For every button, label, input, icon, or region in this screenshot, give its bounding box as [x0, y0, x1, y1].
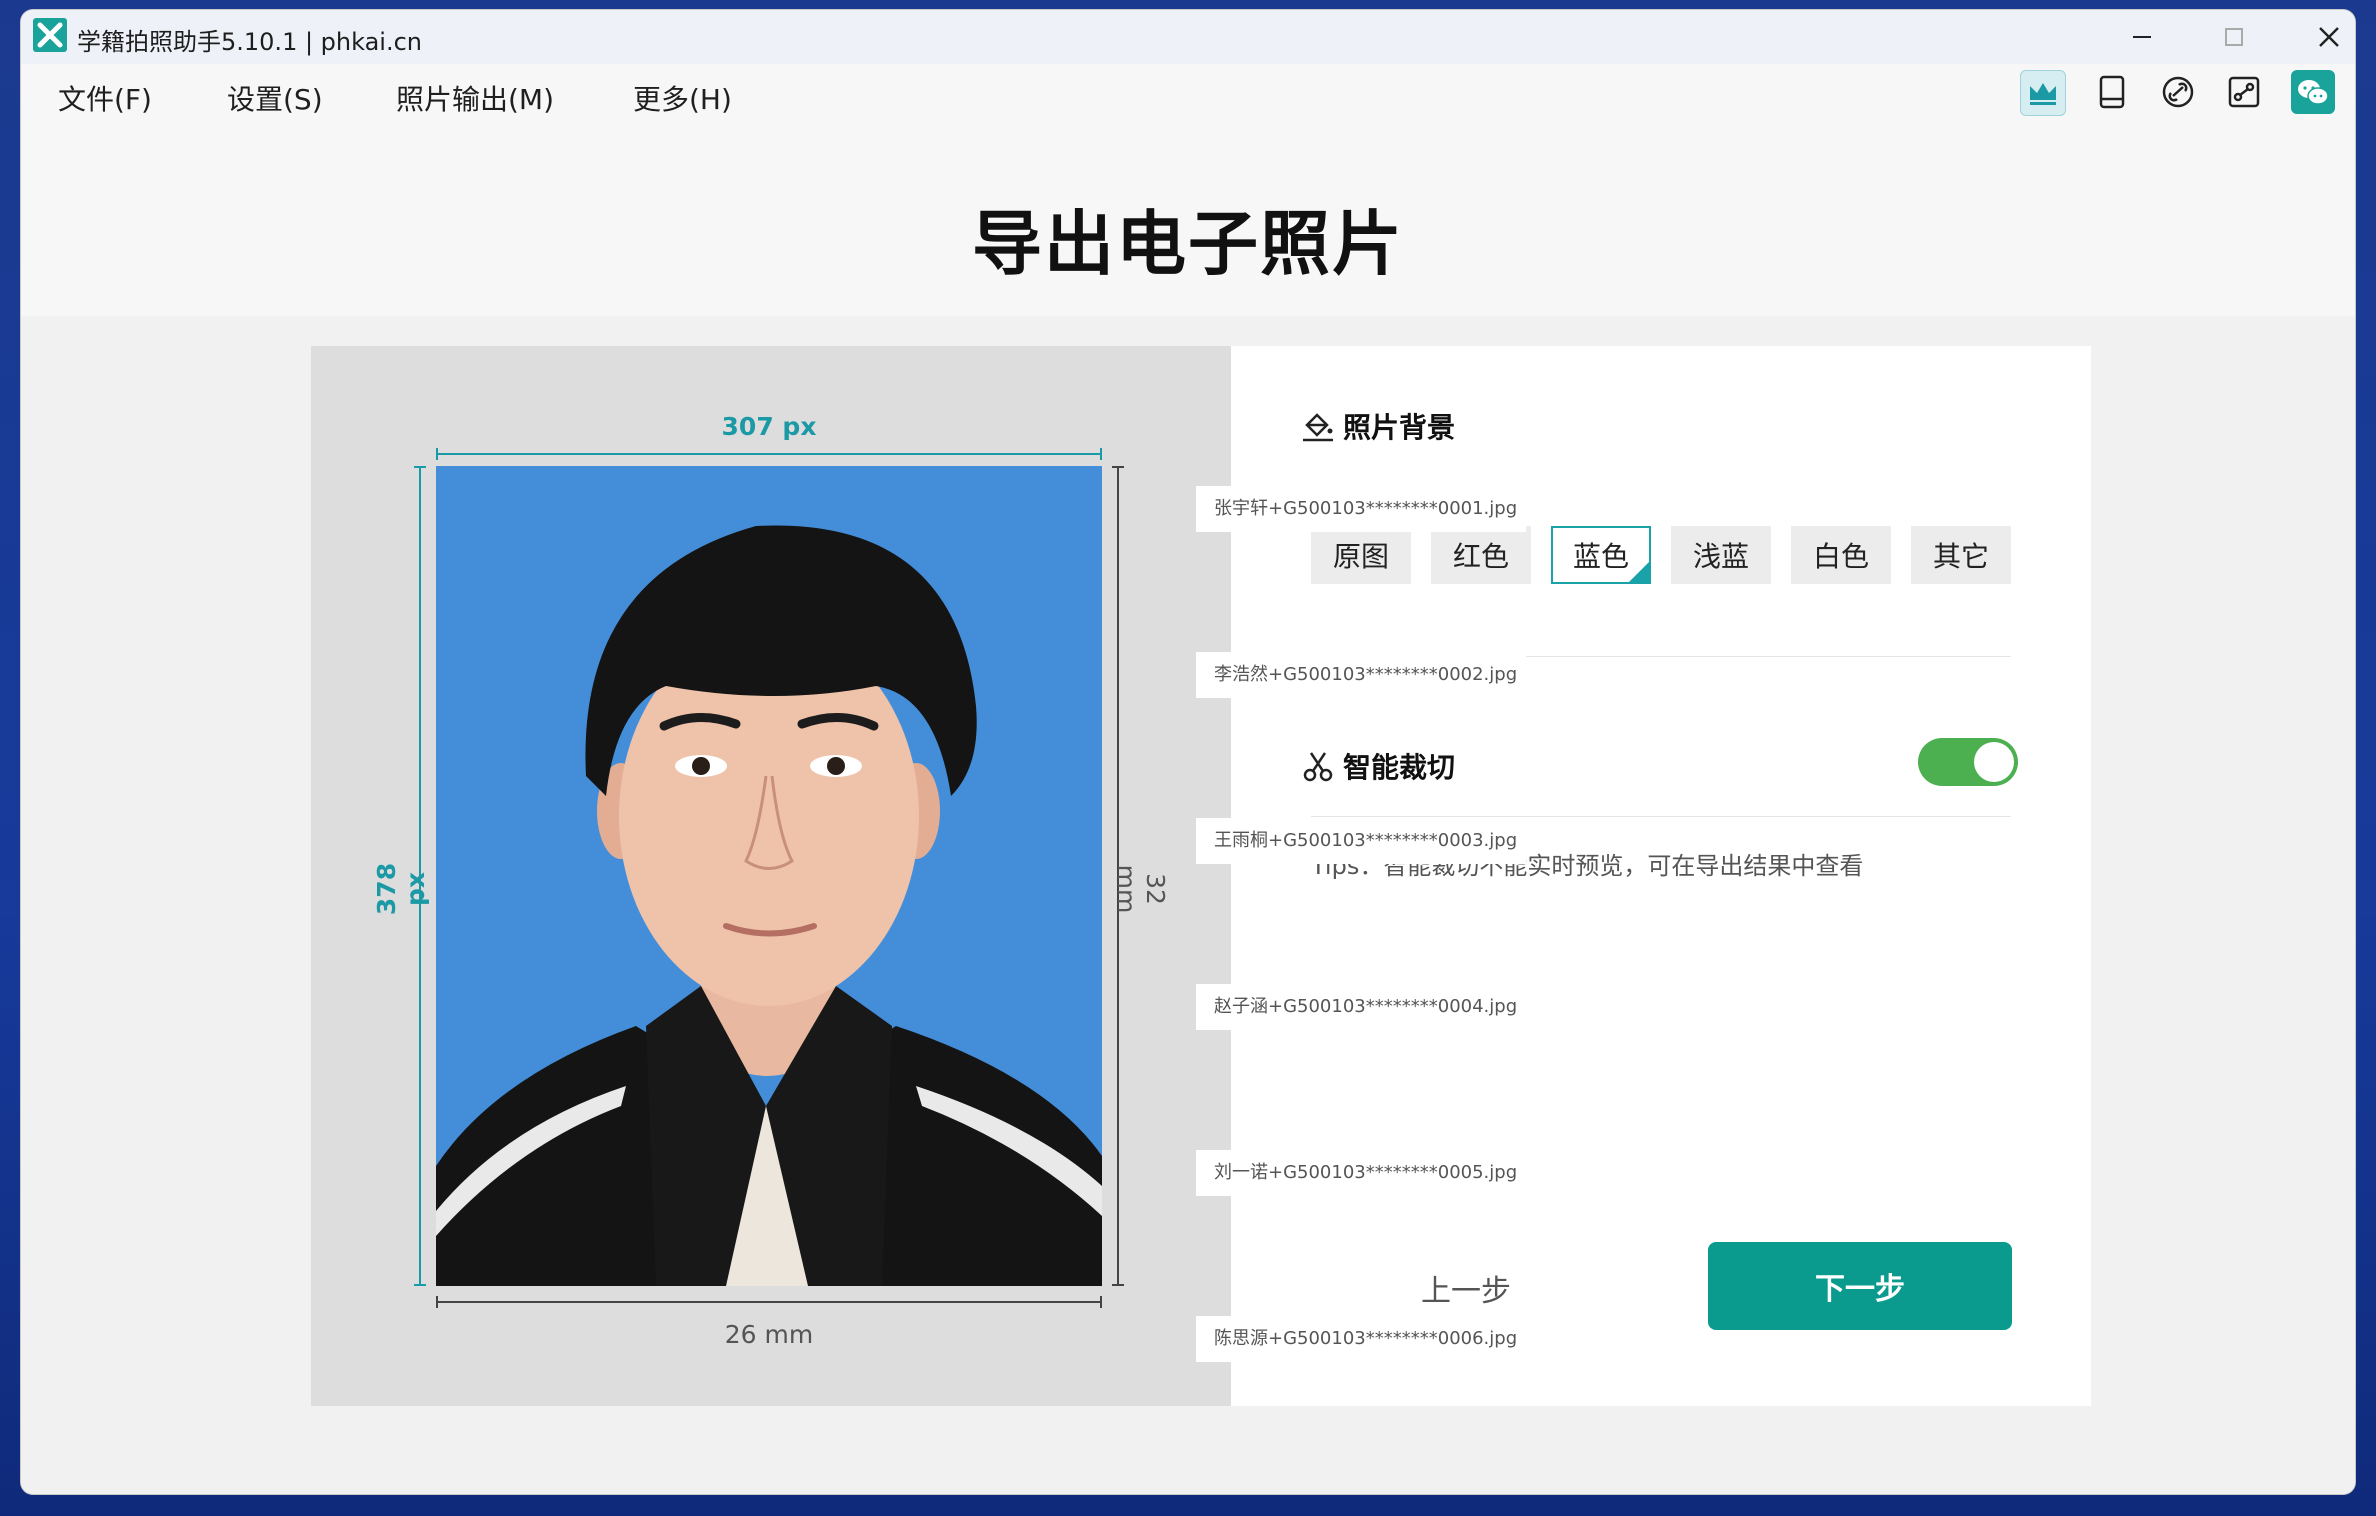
bg-option-red[interactable]: 红色 — [1431, 526, 1531, 584]
menu-settings[interactable]: 设置(S) — [227, 78, 323, 118]
toggle-knob — [1974, 742, 2014, 782]
height-mm-label: 32 mm — [1112, 864, 1170, 914]
tablet-icon — [2099, 75, 2125, 109]
width-mm-label: 26 mm — [724, 1320, 814, 1349]
smart-crop-toggle[interactable] — [1918, 738, 2018, 786]
heading-area: 导出电子照片 — [21, 124, 2355, 316]
bg-option-original[interactable]: 原图 — [1311, 526, 1411, 584]
app-window: 学籍拍照助手5.10.1 | phkai.cn 文件(F) 设置(S) 照片输出… — [21, 10, 2355, 1494]
app-logo-icon — [33, 18, 67, 52]
scissors-icon — [1303, 752, 1333, 782]
width-px-line — [436, 448, 1102, 460]
wechat-icon — [2298, 80, 2329, 105]
width-mm-line — [436, 1296, 1102, 1308]
prev-step-button[interactable]: 上一步 — [1421, 1266, 1511, 1310]
maximize-icon — [2225, 28, 2243, 46]
bg-option-light-blue[interactable]: 浅蓝 — [1671, 526, 1771, 584]
paint-bucket-icon — [1303, 413, 1333, 442]
wechat-button[interactable] — [2291, 70, 2335, 114]
crop-title-text: 智能裁切 — [1343, 751, 1456, 784]
window-title: 学籍拍照助手5.10.1 | phkai.cn — [77, 28, 423, 56]
tablet-button[interactable] — [2090, 70, 2134, 114]
photo-preview-panel: 307 px 378 px 32 mm 26 mm — [311, 346, 1231, 1406]
maximize-button[interactable] — [2188, 10, 2280, 64]
file-tag: 张宇轩+G500103********0001.jpg — [1196, 486, 1526, 532]
section-divider — [1311, 816, 2011, 817]
bg-option-other[interactable]: 其它 — [1911, 526, 2011, 584]
main-content: 307 px 378 px 32 mm 26 mm 照片背景 原图 红色 蓝色 … — [21, 316, 2355, 1494]
page-title: 导出电子照片 — [972, 203, 1404, 285]
width-px-label: 307 px — [721, 412, 817, 441]
share-button[interactable] — [2222, 70, 2266, 114]
background-title-text: 照片背景 — [1343, 411, 1456, 444]
minimize-button[interactable] — [2096, 10, 2188, 64]
bg-option-blue[interactable]: 蓝色 — [1551, 526, 1651, 584]
minimize-icon — [2133, 36, 2151, 38]
bg-option-white[interactable]: 白色 — [1791, 526, 1891, 584]
file-tag: 陈思源+G500103********0006.jpg — [1196, 1316, 1526, 1362]
vip-button[interactable] — [2020, 70, 2066, 116]
id-photo-preview — [436, 466, 1102, 1286]
link-button[interactable] — [2156, 70, 2200, 114]
crop-section-title: 智能裁切 — [1301, 746, 1455, 786]
menu-bar: 文件(F) 设置(S) 照片输出(M) 更多(H) — [21, 64, 2355, 124]
height-px-label: 378 px — [372, 862, 430, 916]
menu-file[interactable]: 文件(F) — [58, 78, 152, 118]
next-step-button[interactable]: 下一步 — [1708, 1242, 2012, 1330]
close-icon — [2319, 27, 2339, 47]
file-tag: 王雨桐+G500103********0003.jpg — [1196, 818, 1526, 864]
close-button[interactable] — [2283, 10, 2355, 64]
crown-icon — [2030, 83, 2056, 105]
file-tag: 刘一诺+G500103********0005.jpg — [1196, 1150, 1526, 1196]
share-icon — [2228, 76, 2260, 108]
title-bar[interactable]: 学籍拍照助手5.10.1 | phkai.cn — [21, 10, 2355, 64]
menu-photo-output[interactable]: 照片输出(M) — [396, 78, 554, 118]
background-section-title: 照片背景 — [1301, 406, 1455, 446]
menu-more[interactable]: 更多(H) — [633, 78, 732, 118]
file-tag: 赵子涵+G500103********0004.jpg — [1196, 984, 1526, 1030]
link-icon — [2162, 76, 2194, 108]
file-tag: 李浩然+G500103********0002.jpg — [1196, 652, 1526, 698]
